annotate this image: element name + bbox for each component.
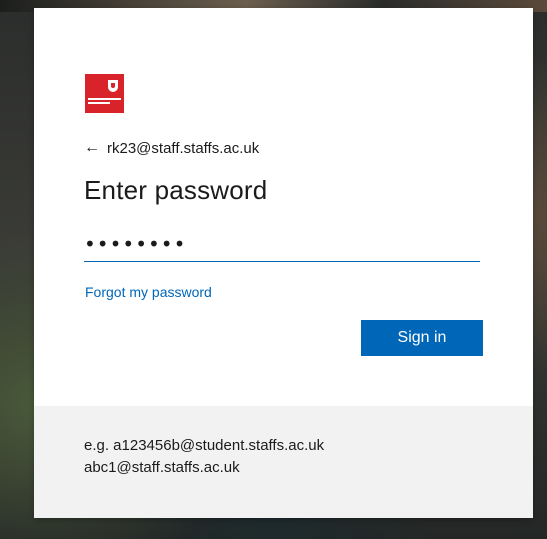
identity-banner[interactable]: ← rk23@staff.staffs.ac.uk: [84, 138, 259, 158]
signin-card-main: ← rk23@staff.staffs.ac.uk Enter password…: [34, 8, 533, 406]
university-logo: [85, 74, 124, 113]
password-mask: ••••••••: [84, 232, 187, 256]
footer-hint-student: e.g. a123456b@student.staffs.ac.uk: [84, 437, 325, 454]
signin-card: ← rk23@staff.staffs.ac.uk Enter password…: [34, 8, 533, 518]
page-title: Enter password: [84, 175, 268, 205]
footer-hint-staff: abc1@staff.staffs.ac.uk: [84, 459, 240, 476]
forgot-password-link[interactable]: Forgot my password: [85, 284, 212, 300]
back-arrow-icon[interactable]: ←: [84, 138, 100, 158]
identity-email: rk23@staff.staffs.ac.uk: [107, 139, 260, 157]
logo-text-line: [88, 102, 110, 104]
signin-footer: e.g. a123456b@student.staffs.ac.uk abc1@…: [34, 406, 533, 518]
logo-text-line: [88, 98, 121, 100]
crest-icon: [108, 80, 118, 92]
sign-in-button[interactable]: Sign in: [361, 320, 483, 356]
password-input[interactable]: ••••••••: [84, 229, 480, 262]
